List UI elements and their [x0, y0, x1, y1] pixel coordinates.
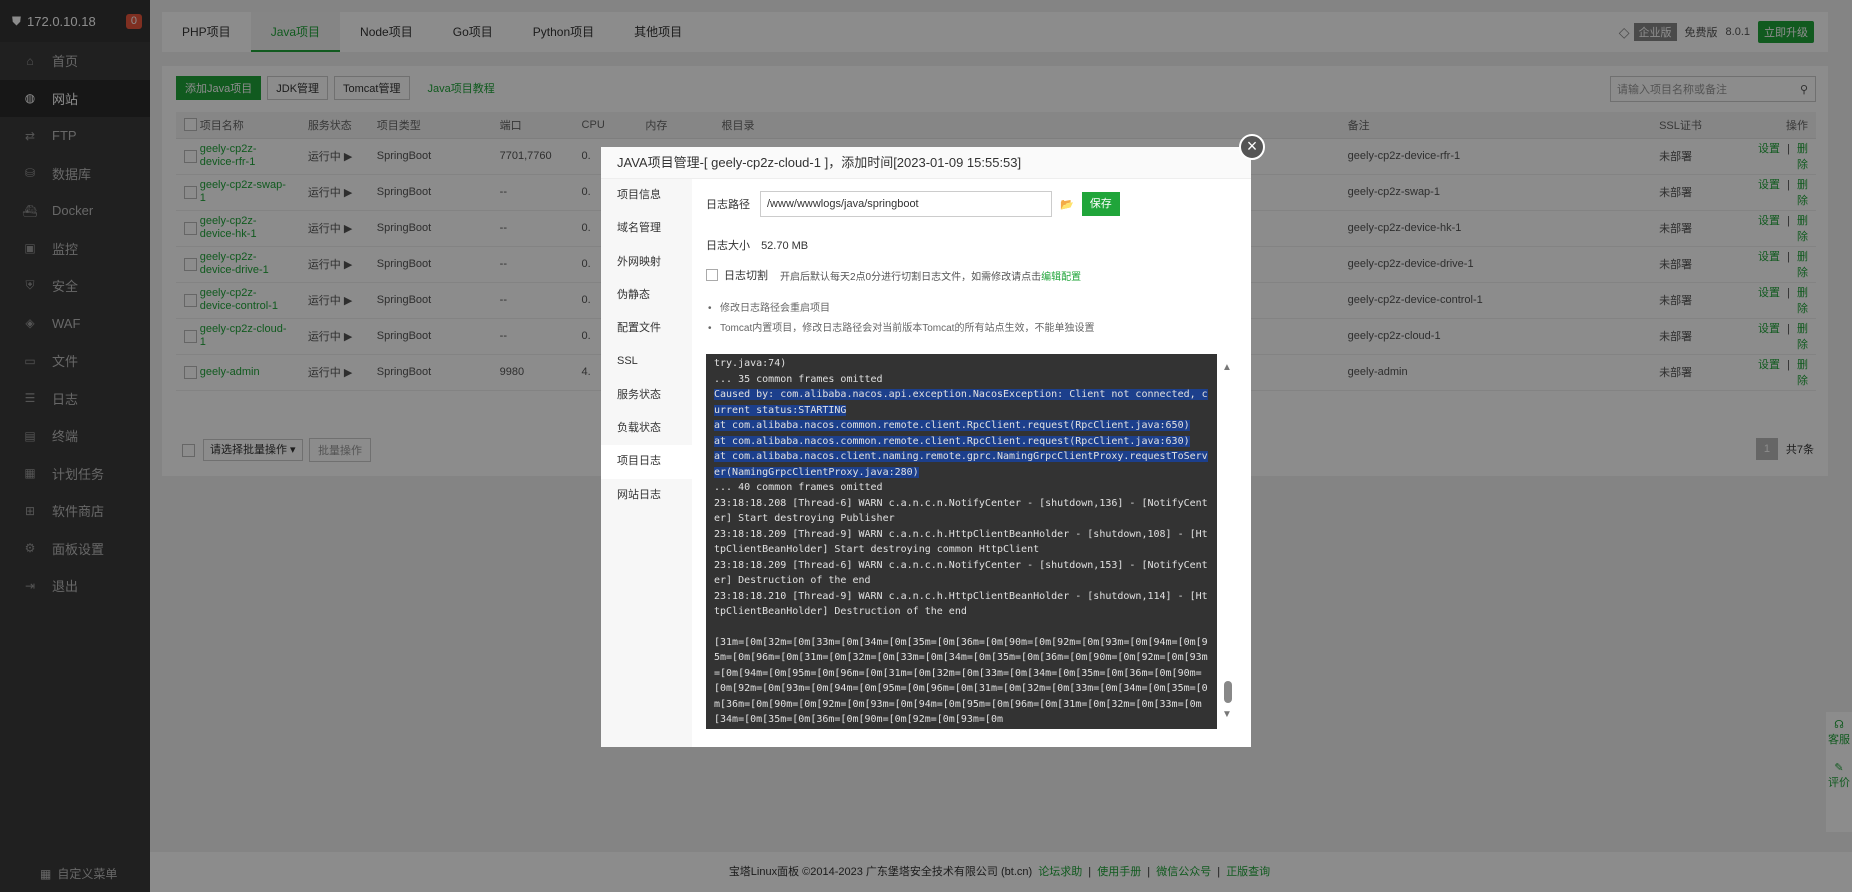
log-line: at com.alibaba.nacos.common.remote.clien…	[714, 434, 1209, 450]
modal-title: JAVA项目管理-[ geely-cp2z-cloud-1 ]，添加时间[202…	[601, 147, 1251, 179]
edit-config-link[interactable]: 编辑配置	[1041, 268, 1081, 283]
log-scrollbar[interactable]: ▲ ▼	[1220, 354, 1234, 729]
modal-menu-item[interactable]: 外网映射	[601, 246, 692, 279]
log-line: ... 40 common frames omitted	[714, 480, 1209, 496]
save-button[interactable]: 保存	[1081, 192, 1120, 216]
log-line: at com.alibaba.nacos.client.naming.remot…	[714, 449, 1209, 480]
modal-menu-item[interactable]: SSL	[601, 345, 692, 378]
log-line: 23:18:18.208 [Thread-6] WARN c.a.n.c.n.N…	[714, 496, 1209, 527]
log-line: 23:18:18.209 [Thread-6] WARN c.a.n.c.n.N…	[714, 558, 1209, 589]
modal-menu-item[interactable]: 项目信息	[601, 179, 692, 212]
modal-menu-item[interactable]: 配置文件	[601, 312, 692, 345]
log-line: 23:18:18.209 [Thread-9] WARN c.a.n.c.h.H…	[714, 527, 1209, 558]
log-line: at com.alibaba.nacos.common.remote.clien…	[714, 418, 1209, 434]
scroll-up-icon[interactable]: ▲	[1222, 362, 1232, 373]
log-line-text: at com.alibaba.nacos.common.remote.clien…	[714, 435, 1190, 447]
log-line-text: 23:18:18.209 [Thread-6] WARN c.a.n.c.n.N…	[714, 559, 1208, 587]
modal-menu-item[interactable]: 网站日志	[601, 479, 692, 512]
log-line-text: 23:18:18.209 [Thread-9] WARN c.a.n.c.h.H…	[714, 528, 1208, 556]
log-line-text: ... 35 common frames omitted	[714, 373, 883, 385]
tip-item: 修改日志路径会重启项目	[706, 299, 1094, 319]
folder-icon[interactable]: 📂	[1060, 198, 1074, 211]
log-line-text: at com.alibaba.nacos.common.remote.clien…	[714, 420, 1190, 431]
log-line-text: [31m=[0m[32m=[0m[33m=[0m[34m=[0m[35m=[0m…	[714, 636, 1208, 726]
log-line: try.java:74)	[714, 356, 1209, 372]
log-line: ... 35 common frames omitted	[714, 372, 1209, 388]
modal-menu-item[interactable]: 负载状态	[601, 412, 692, 445]
scroll-thumb[interactable]	[1224, 681, 1232, 703]
tip-item: Tomcat内置项目，修改日志路径会对当前版本Tomcat的所有站点生效，不能单…	[706, 319, 1094, 339]
log-line-text: at com.alibaba.nacos.client.naming.remot…	[714, 451, 1208, 478]
tips-list: 修改日志路径会重启项目Tomcat内置项目，修改日志路径会对当前版本Tomcat…	[706, 299, 1094, 339]
log-cut-checkbox[interactable]	[706, 269, 718, 281]
modal-menu-item[interactable]: 服务状态	[601, 379, 692, 412]
log-line: [31m=[0m[32m=[0m[33m=[0m[34m=[0m[35m=[0m…	[714, 635, 1209, 728]
modal-menu-item[interactable]: 伪静态	[601, 279, 692, 312]
log-line-text: Caused by: com.alibaba.nacos.api.excepti…	[714, 389, 1208, 416]
log-line-text: ... 40 common frames omitted	[714, 482, 883, 493]
log-line: [34m= [92m=	[714, 728, 1209, 730]
log-cut-label: 日志切割	[724, 270, 768, 282]
log-line-text: 23:18:18.208 [Thread-6] WARN c.a.n.c.n.N…	[714, 497, 1208, 525]
java-project-modal: × JAVA项目管理-[ geely-cp2z-cloud-1 ]，添加时间[2…	[601, 134, 1265, 747]
log-line-text: 23:18:18.210 [Thread-9] WARN c.a.n.c.h.H…	[714, 590, 1208, 618]
log-viewer[interactable]: try.java:74) ... 35 common frames omitted…	[706, 354, 1217, 729]
log-path-input[interactable]: /www/wwwlogs/java/springboot	[760, 191, 1052, 217]
modal-menu-item[interactable]: 项目日志	[601, 445, 692, 479]
log-cut-desc: 开启后默认每天2点0分进行切割日志文件，如需修改请点击	[780, 271, 1042, 283]
log-line-text: try.java:74)	[714, 358, 787, 369]
log-size-value: 52.70 MB	[761, 240, 809, 252]
modal-menu-item[interactable]: 域名管理	[601, 212, 692, 245]
log-path-label: 日志路径	[706, 199, 750, 211]
scroll-down-icon[interactable]: ▼	[1222, 709, 1232, 720]
modal-menu: 项目信息 域名管理 外网映射 伪静态 配置文件 SSL 服务状态 负载状态 项目日志 网站日志	[601, 179, 692, 747]
modal-body: 日志路径 /www/wwwlogs/java/springboot 📂 保存 日…	[706, 179, 1237, 747]
log-line: Caused by: com.alibaba.nacos.api.excepti…	[714, 387, 1209, 418]
log-line: 23:18:18.210 [Thread-9] WARN c.a.n.c.h.H…	[714, 589, 1209, 620]
close-icon[interactable]: ×	[1239, 134, 1265, 160]
log-size-label: 日志大小	[706, 240, 750, 252]
